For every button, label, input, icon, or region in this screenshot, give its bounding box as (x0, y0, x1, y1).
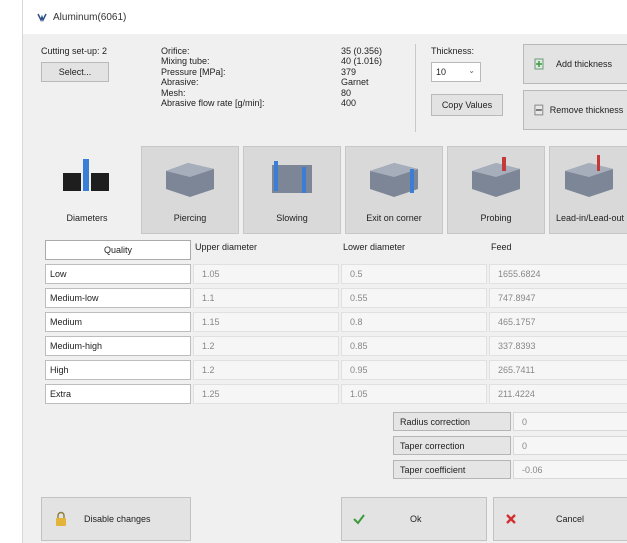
feed-cell[interactable]: 465.1757 (489, 312, 627, 332)
upper-diameter-cell[interactable]: 1.1 (193, 288, 339, 308)
slowing-icon (272, 161, 312, 193)
upper-diameter-header: Upper diameter (195, 242, 258, 252)
quality-row-medium-high[interactable]: Medium-high (45, 336, 191, 356)
lower-diameter-cell[interactable]: 0.8 (341, 312, 487, 332)
tab-probing-label: Probing (480, 213, 512, 223)
tab-probing[interactable]: Probing (447, 146, 545, 234)
select-setup-button[interactable]: Select... (41, 62, 109, 82)
cancel-label: Cancel (556, 514, 585, 524)
taper-coefficient-field[interactable]: -0.06 (513, 460, 627, 479)
taper-coefficient-button[interactable]: Taper coefficient (393, 460, 511, 479)
disable-changes-button[interactable]: Disable changes (41, 497, 191, 541)
probing-icon (472, 157, 520, 197)
feed-cell[interactable]: 1655.6824 (489, 264, 627, 284)
param-row: Mesh: 80 (161, 87, 352, 98)
remove-thickness-label: Remove thickness (549, 105, 624, 115)
tab-exit-corner-label: Exit on corner (366, 213, 422, 223)
remove-thickness-button[interactable]: Remove thickness (523, 90, 627, 130)
upper-diameter-cell[interactable]: 1.25 (193, 384, 339, 404)
lock-icon (56, 511, 66, 526)
feed-cell[interactable]: 265.7411 (489, 360, 627, 380)
checkmark-icon (353, 514, 365, 525)
param-row: Mixing tube: 40 (1.016) (161, 56, 383, 67)
remove-thickness-icon (534, 104, 544, 116)
title-bar: Aluminum(6061) (23, 0, 627, 34)
window-title: Aluminum(6061) (53, 11, 127, 23)
lower-diameter-cell[interactable]: 0.85 (341, 336, 487, 356)
disable-changes-label: Disable changes (84, 514, 151, 524)
tab-diameters[interactable]: Diameters (37, 146, 137, 234)
diameters-icon (63, 159, 109, 191)
cutting-setup-label: Cutting set-up: 2 (41, 46, 108, 56)
param-row: Abrasive flow rate [g/min]: 400 (161, 98, 357, 109)
lead-in-icon (565, 155, 613, 197)
add-thickness-icon (534, 58, 544, 70)
tab-slowing-label: Slowing (276, 213, 308, 223)
copy-values-button[interactable]: Copy Values (431, 94, 503, 116)
ok-label: Ok (410, 514, 422, 524)
feed-header: Feed (491, 242, 512, 252)
tab-piercing-label: Piercing (173, 213, 207, 223)
thickness-label: Thickness: (431, 46, 475, 56)
app-icon (37, 13, 47, 22)
feed-cell[interactable]: 337.8393 (489, 336, 627, 356)
separator (415, 44, 416, 132)
upper-diameter-cell[interactable]: 1.05 (193, 264, 339, 284)
main-window: Aluminum(6061) Cutting set-up: 2 Select.… (22, 0, 627, 543)
feed-cell[interactable]: 747.8947 (489, 288, 627, 308)
upper-diameter-cell[interactable]: 1.2 (193, 360, 339, 380)
tab-diameters-label: Diameters (66, 213, 108, 223)
quality-row-medium-low[interactable]: Medium-low (45, 288, 191, 308)
quality-row-medium[interactable]: Medium (45, 312, 191, 332)
chevron-down-icon: ⌄ (468, 66, 475, 75)
add-thickness-button[interactable]: Add thickness (523, 44, 627, 84)
thickness-value: 10 (436, 67, 447, 77)
tab-lead-in-label: Lead-in/Lead-out (556, 213, 625, 223)
lower-diameter-cell[interactable]: 1.05 (341, 384, 487, 404)
upper-diameter-cell[interactable]: 1.2 (193, 336, 339, 356)
tab-lead-in-lead-out[interactable]: Lead-in/Lead-out (549, 146, 627, 234)
quality-row-extra[interactable]: Extra (45, 384, 191, 404)
piercing-icon (166, 163, 214, 197)
param-row: Pressure [MPa]: 379 (161, 66, 357, 77)
ok-button[interactable]: Ok (341, 497, 487, 541)
taper-correction-field[interactable]: 0 (513, 436, 627, 455)
tab-piercing[interactable]: Piercing (141, 146, 239, 234)
tab-slowing[interactable]: Slowing (243, 146, 341, 234)
cutting-parameters: Orifice: 35 (0.356) Mixing tube: 40 (1.016… (161, 46, 391, 108)
param-row: Abrasive: Garnet (161, 77, 369, 88)
lower-diameter-cell[interactable]: 0.55 (341, 288, 487, 308)
radius-correction-field[interactable]: 0 (513, 412, 627, 431)
feed-cell[interactable]: 211.4224 (489, 384, 627, 404)
thickness-select[interactable]: 10 ⌄ (431, 62, 481, 82)
exit-corner-icon (370, 163, 418, 197)
radius-correction-button[interactable]: Radius correction (393, 412, 511, 431)
quality-row-high[interactable]: High (45, 360, 191, 380)
lower-diameter-cell[interactable]: 0.5 (341, 264, 487, 284)
lower-diameter-cell[interactable]: 0.95 (341, 360, 487, 380)
lower-diameter-header: Lower diameter (343, 242, 406, 252)
cancel-button[interactable]: Cancel (493, 497, 627, 541)
upper-diameter-cell[interactable]: 1.15 (193, 312, 339, 332)
taper-correction-button[interactable]: Taper correction (393, 436, 511, 455)
tab-exit-on-corner[interactable]: Exit on corner (345, 146, 443, 234)
add-thickness-label: Add thickness (556, 59, 613, 69)
close-icon (506, 514, 516, 524)
quality-row-low[interactable]: Low (45, 264, 191, 284)
param-row: Orifice: 35 (0.356) (161, 46, 383, 56)
quality-column-header[interactable]: Quality (45, 240, 191, 260)
